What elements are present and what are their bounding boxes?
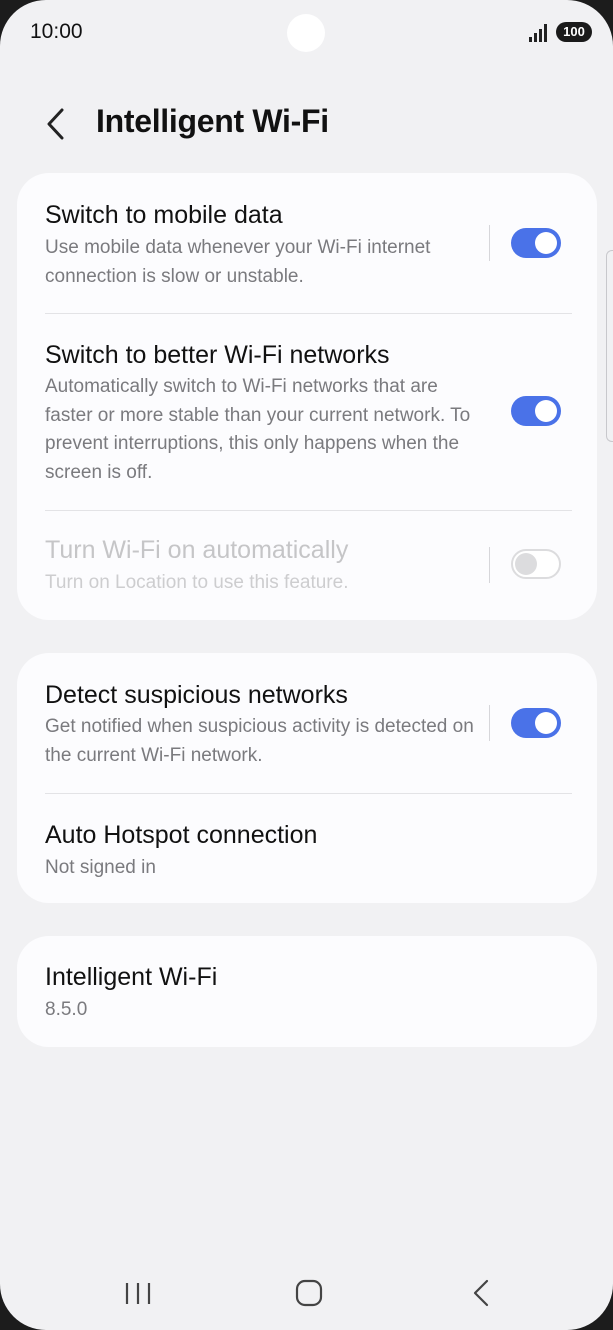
recents-icon — [125, 1283, 151, 1304]
status-time: 10:00 — [30, 20, 83, 43]
settings-card-network-switching: Switch to mobile data Use mobile data wh… — [17, 173, 597, 620]
toggle-knob — [535, 712, 557, 734]
toggle-switch-mobile-data[interactable] — [511, 228, 561, 258]
setting-description: Turn on Location to use this feature. — [45, 572, 349, 593]
setting-turn-wifi-on-automatically[interactable]: Turn Wi-Fi on automatically Turn on Loca… — [17, 511, 597, 620]
page-title: Intelligent Wi-Fi — [96, 103, 329, 139]
toggle-knob — [535, 232, 557, 254]
back-button[interactable] — [38, 104, 78, 144]
app-header: Intelligent Wi-Fi — [0, 90, 613, 160]
navigation-bar — [0, 1262, 613, 1324]
setting-version: 8.5.0 — [45, 999, 88, 1020]
battery-indicator: 100 — [556, 22, 592, 42]
setting-description: Get notified when suspicious activity is… — [45, 716, 474, 766]
scroll-indicator[interactable] — [606, 250, 613, 442]
nav-back-button[interactable] — [451, 1262, 511, 1322]
vertical-divider — [489, 547, 490, 583]
recents-button[interactable] — [108, 1262, 168, 1322]
setting-description: Use mobile data whenever your Wi-Fi inte… — [45, 237, 431, 287]
setting-title: Turn Wi-Fi on automatically — [45, 536, 349, 564]
back-icon — [473, 1279, 489, 1307]
settings-card-about: Intelligent Wi-Fi 8.5.0 — [17, 936, 597, 1047]
setting-switch-to-better-wifi[interactable]: Switch to better Wi-Fi networks Automati… — [17, 314, 597, 510]
setting-title: Switch to mobile data — [45, 201, 283, 229]
setting-title: Auto Hotspot connection — [45, 821, 318, 849]
setting-about-intelligent-wifi[interactable]: Intelligent Wi-Fi 8.5.0 — [17, 936, 597, 1047]
chevron-left-icon — [47, 108, 64, 140]
vertical-divider — [489, 225, 490, 261]
toggle-wifi-on-automatically[interactable] — [511, 549, 561, 579]
status-bar: 10:00 100 — [0, 0, 613, 64]
settings-card-security: Detect suspicious networks Get notified … — [17, 653, 597, 903]
toggle-knob — [535, 400, 557, 422]
setting-auto-hotspot-connection[interactable]: Auto Hotspot connection Not signed in — [17, 794, 597, 903]
signal-bars-icon — [529, 24, 547, 42]
toggle-detect-suspicious-networks[interactable] — [511, 708, 561, 738]
setting-title: Intelligent Wi-Fi — [45, 963, 218, 991]
vertical-divider — [489, 705, 490, 741]
setting-title: Detect suspicious networks — [45, 681, 348, 709]
setting-detect-suspicious-networks[interactable]: Detect suspicious networks Get notified … — [17, 653, 597, 793]
toggle-switch-better-wifi[interactable] — [511, 396, 561, 426]
setting-title: Switch to better Wi-Fi networks — [45, 341, 390, 369]
setting-description: Automatically switch to Wi-Fi networks t… — [45, 376, 471, 483]
home-button[interactable] — [279, 1262, 339, 1322]
front-camera — [287, 14, 325, 52]
toggle-knob — [515, 553, 537, 575]
phone-screen: 10:00 100 Intelligent Wi-Fi Switch to mo… — [0, 0, 613, 1330]
setting-switch-to-mobile-data[interactable]: Switch to mobile data Use mobile data wh… — [17, 173, 597, 313]
setting-description: Not signed in — [45, 857, 156, 878]
home-icon — [295, 1279, 323, 1307]
